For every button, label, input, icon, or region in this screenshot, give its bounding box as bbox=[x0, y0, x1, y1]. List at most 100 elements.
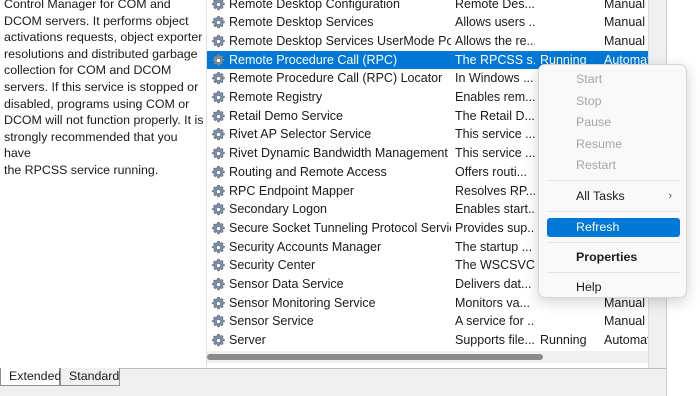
service-description: The Retail D... bbox=[455, 108, 535, 123]
menu-item-all-tasks-label: All Tasks bbox=[576, 189, 625, 203]
service-description: Supports file... bbox=[455, 333, 535, 348]
gear-icon bbox=[211, 221, 226, 236]
menu-item-restart[interactable]: Restart bbox=[547, 156, 680, 175]
menu-item-properties[interactable]: Properties bbox=[547, 248, 680, 267]
gear-icon bbox=[211, 277, 226, 292]
service-name: Remote Desktop Services bbox=[229, 15, 374, 30]
service-name: Secure Socket Tunneling Protocol Service bbox=[229, 220, 451, 235]
service-startup-type: Manual bbox=[604, 314, 645, 329]
gear-icon bbox=[211, 71, 226, 86]
service-description: The RPCSS s... bbox=[455, 52, 535, 67]
service-name: Routing and Remote Access bbox=[229, 164, 387, 179]
description-line: servers. If this service is stopped or bbox=[4, 79, 199, 94]
service-description-panel: Control Manager for COM and DCOM servers.… bbox=[0, 0, 207, 368]
chevron-right-icon: › bbox=[668, 190, 672, 202]
service-name: Secondary Logon bbox=[229, 202, 327, 217]
horizontal-scrollbar[interactable] bbox=[207, 351, 648, 363]
service-status: Running bbox=[540, 333, 587, 348]
service-description: Allows users ... bbox=[455, 15, 535, 30]
service-description: This service ... bbox=[455, 146, 535, 161]
gear-icon bbox=[211, 333, 226, 348]
service-row[interactable]: Sensor Service A service for ... Manual bbox=[207, 312, 648, 331]
service-startup-type: Manual bbox=[604, 0, 645, 11]
gear-icon bbox=[211, 314, 226, 329]
menu-separator bbox=[547, 211, 680, 212]
service-description: Allows the re... bbox=[455, 33, 535, 48]
service-startup-type: Automat bbox=[604, 333, 648, 348]
service-row[interactable]: Remote Desktop Configuration Remote Des..… bbox=[207, 0, 648, 13]
menu-item-all-tasks[interactable]: All Tasks › bbox=[547, 187, 680, 206]
gear-icon bbox=[211, 109, 226, 124]
menu-item-resume[interactable]: Resume bbox=[547, 135, 680, 154]
view-tabs-bar: Extended Standard bbox=[0, 368, 666, 396]
description-line: Control Manager for COM and bbox=[4, 0, 171, 11]
service-row[interactable]: Remote Desktop Services UserMode Port...… bbox=[207, 32, 648, 51]
service-description: The WSCSVC... bbox=[455, 258, 535, 273]
context-menu: Start Stop Pause Resume Restart All Task… bbox=[538, 64, 687, 298]
service-description-text: Control Manager for COM and DCOM servers.… bbox=[4, 0, 204, 179]
service-description: Provides sup... bbox=[455, 220, 535, 235]
service-name: Security Accounts Manager bbox=[229, 239, 382, 254]
gear-icon bbox=[211, 90, 226, 105]
service-name: Rivet Dynamic Bandwidth Management bbox=[229, 146, 448, 161]
menu-item-refresh[interactable]: Refresh bbox=[547, 218, 680, 237]
service-startup-type: Manual bbox=[604, 15, 645, 30]
service-name: Remote Procedure Call (RPC) bbox=[229, 52, 398, 67]
gear-icon bbox=[211, 34, 226, 49]
gear-icon bbox=[211, 202, 226, 217]
description-line: DCOM servers. It performs object bbox=[4, 13, 189, 28]
service-name: Retail Demo Service bbox=[229, 108, 343, 123]
description-line: resolutions and distributed garbage bbox=[4, 46, 198, 61]
service-name: Sensor Monitoring Service bbox=[229, 295, 376, 310]
service-name: Server bbox=[229, 333, 266, 348]
gear-icon bbox=[211, 15, 226, 30]
gear-icon bbox=[211, 127, 226, 142]
service-name: Remote Registry bbox=[229, 90, 323, 104]
description-line: activations requests, object exporter bbox=[4, 30, 203, 45]
service-name: RPC Endpoint Mapper bbox=[229, 183, 355, 198]
service-description: Resolves RP... bbox=[455, 183, 535, 198]
gear-icon bbox=[211, 146, 226, 161]
service-description: Offers routi... bbox=[455, 164, 528, 179]
description-line: collection for COM and DCOM bbox=[4, 63, 172, 78]
service-name: Sensor Data Service bbox=[229, 277, 344, 291]
tab-extended[interactable]: Extended bbox=[0, 368, 61, 386]
service-row[interactable]: Remote Desktop Services Allows users ... M… bbox=[207, 13, 648, 32]
menu-separator bbox=[547, 180, 680, 181]
gear-icon bbox=[211, 0, 226, 12]
service-name: Remote Procedure Call (RPC) Locator bbox=[229, 71, 443, 86]
service-description: Remote Des... bbox=[455, 0, 535, 11]
service-description: A service for ... bbox=[455, 314, 535, 329]
gear-icon bbox=[211, 53, 226, 68]
service-name: Security Center bbox=[229, 258, 316, 273]
service-description: Monitors va... bbox=[455, 295, 531, 310]
service-name: Sensor Service bbox=[229, 314, 314, 329]
service-row[interactable]: Server Supports file... Running Automat bbox=[207, 331, 648, 350]
service-description: This service ... bbox=[455, 127, 535, 142]
service-description: Enables rem... bbox=[455, 90, 535, 104]
service-name: Rivet AP Selector Service bbox=[229, 127, 372, 142]
gear-icon bbox=[211, 240, 226, 255]
menu-item-start[interactable]: Start bbox=[547, 70, 680, 89]
menu-item-pause[interactable]: Pause bbox=[547, 113, 680, 132]
menu-item-help[interactable]: Help bbox=[547, 278, 680, 297]
horizontal-scrollbar-thumb[interactable] bbox=[207, 354, 543, 360]
tab-standard[interactable]: Standard bbox=[60, 368, 120, 386]
menu-separator bbox=[547, 272, 680, 273]
service-name: Remote Desktop Services UserMode Port... bbox=[229, 33, 451, 48]
service-startup-type: Manual bbox=[604, 33, 645, 48]
menu-item-stop[interactable]: Stop bbox=[547, 92, 680, 111]
description-line: DCOM will not function properly. It is bbox=[4, 113, 204, 128]
service-description: The startup ... bbox=[455, 239, 533, 254]
gear-icon bbox=[211, 184, 226, 199]
description-line: the RPCSS service running. bbox=[4, 162, 159, 177]
menu-separator bbox=[547, 242, 680, 243]
gear-icon bbox=[211, 165, 226, 180]
description-line: disabled, programs using COM or bbox=[4, 96, 190, 111]
gear-icon bbox=[211, 296, 226, 311]
description-line: strongly recommended that you have bbox=[4, 129, 178, 161]
gear-icon bbox=[211, 258, 226, 273]
service-description: In Windows ... bbox=[455, 71, 534, 86]
service-description: Enables start... bbox=[455, 202, 535, 217]
service-name: Remote Desktop Configuration bbox=[229, 0, 400, 11]
